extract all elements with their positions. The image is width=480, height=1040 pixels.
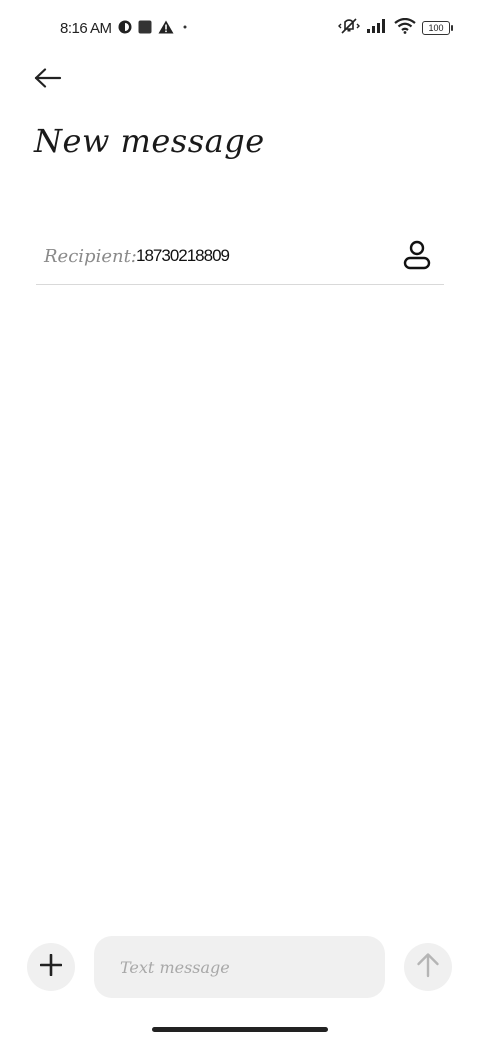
status-left: 8:16 AM [60,14,190,42]
status-time: 8:16 AM [60,19,112,37]
home-indicator[interactable] [152,1027,328,1032]
warning-icon [158,19,174,38]
recipient-input[interactable]: 18730218809 [136,246,230,266]
arrow-left-icon [34,68,62,92]
back-button[interactable] [26,58,70,102]
select-contact-button[interactable] [400,240,434,274]
recipient-label: Recipient: [44,246,137,267]
status-right: 100 [338,14,453,42]
message-input[interactable] [94,936,385,998]
app-notification-icon [118,19,132,38]
person-icon [403,240,431,274]
square-notification-icon [138,19,152,38]
message-input-container[interactable] [94,936,385,998]
recipient-row[interactable]: Recipient: 18730218809 [36,232,444,285]
vibrate-off-icon [338,17,360,39]
send-button[interactable] [404,943,452,991]
arrow-up-icon [416,952,440,982]
page-title: New message [34,122,265,160]
battery-icon: 100 [422,21,453,35]
signal-strength-icon [366,18,388,38]
wifi-icon [394,17,416,38]
more-notifications-dot-icon [180,19,190,38]
plus-icon [39,953,63,980]
new-message-screen: 8:16 AM 100 New message Recipient: 18730… [0,0,480,1040]
battery-level: 100 [428,23,444,33]
status-bar: 8:16 AM 100 [0,14,480,42]
add-attachment-button[interactable] [27,943,75,991]
